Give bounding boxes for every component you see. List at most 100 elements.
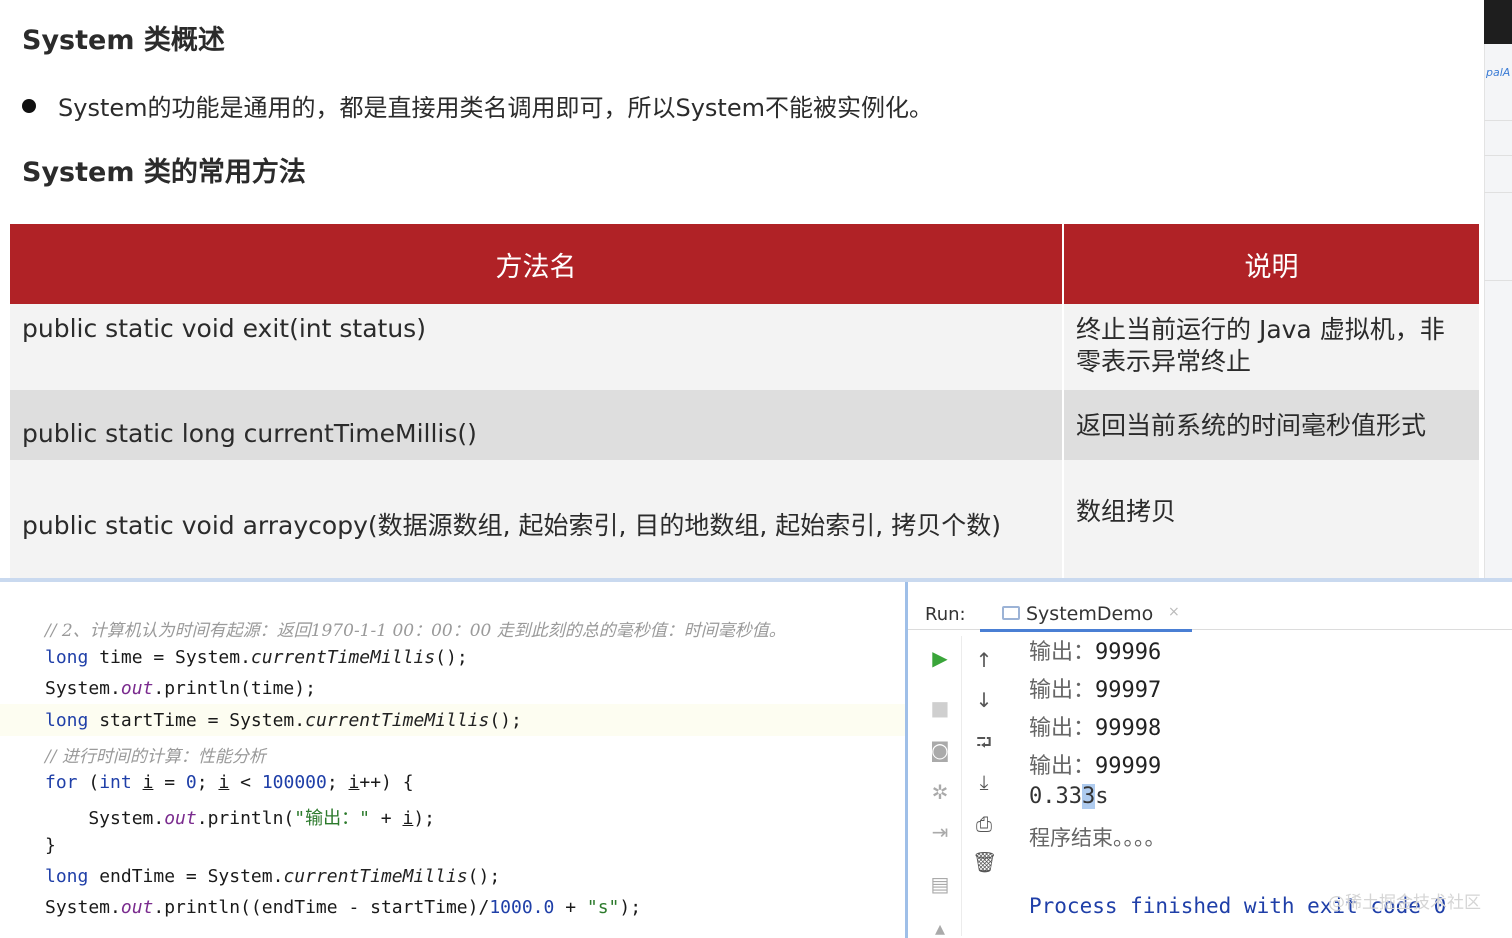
- console-end-message: 程序结束。。。。: [1029, 826, 1166, 850]
- camera-icon[interactable]: ◙: [928, 738, 952, 762]
- run-panel: Run: SystemDemo × ▶ ■ ◙ ✲ ⇥ ▤ ▴ ↑ ↓ ⮒ ⤓ …: [905, 582, 1512, 938]
- run-icon[interactable]: ▶: [928, 646, 952, 670]
- code-field: out: [120, 678, 154, 699]
- soft-wrap-icon[interactable]: ⮒: [972, 730, 996, 754]
- code-method: currentTimeMillis: [305, 710, 490, 731]
- divider: [1484, 280, 1512, 281]
- console-output-line: 输出：99998: [1029, 710, 1161, 742]
- stop-icon[interactable]: ■: [928, 696, 952, 720]
- time-value: 0.33: [1029, 784, 1082, 809]
- code-text: +: [554, 897, 587, 918]
- run-label: Run:: [925, 604, 966, 625]
- slide-title-overview: System 类概述: [22, 25, 225, 56]
- console-time-output[interactable]: 0.333s: [1029, 784, 1108, 809]
- watermark: @稀土掘金技术社区: [1328, 893, 1481, 913]
- code-keyword: int: [99, 772, 132, 793]
- code-text: endTime = System.: [88, 866, 284, 887]
- code-line: for (int i = 0; i < 100000; i++) {: [45, 772, 414, 793]
- code-field: out: [120, 897, 154, 918]
- tab-system-demo[interactable]: SystemDemo ×: [980, 594, 1192, 632]
- code-text: ;: [326, 772, 349, 793]
- header-description: 说明: [1063, 224, 1479, 304]
- code-comment: // 2、计算机认为时间有起源：返回1970-1-1 00：00：00 走到此刻…: [45, 621, 786, 641]
- code-line: System.out.println(time);: [45, 678, 316, 699]
- run-config-icon: [1002, 606, 1020, 620]
- slide-title-methods: System 类的常用方法: [22, 157, 306, 188]
- bullet-text: System的功能是通用的，都是直接用类名调用即可，所以System不能被实例化…: [58, 94, 933, 122]
- code-number: 0: [185, 772, 197, 793]
- code-keyword: for: [45, 772, 78, 793]
- table-row: public static long currentTimeMillis() 返…: [10, 390, 1479, 460]
- time-unit: s: [1095, 784, 1109, 809]
- output-value: 99998: [1095, 716, 1162, 741]
- layout-icon[interactable]: ▤: [928, 872, 952, 896]
- scroll-end-icon[interactable]: ⤓: [972, 770, 996, 794]
- close-icon[interactable]: ×: [1168, 604, 1180, 620]
- code-line: System.out.println("输出：" + i);: [45, 804, 435, 830]
- output-prefix: 输出：: [1029, 678, 1096, 703]
- run-tab-bar: Run: SystemDemo ×: [908, 590, 1512, 632]
- code-variable: i: [218, 772, 230, 793]
- code-editor[interactable]: // 2、计算机认为时间有起源：返回1970-1-1 00：00：00 走到此刻…: [0, 582, 905, 938]
- pin-icon[interactable]: ▴: [928, 916, 952, 938]
- code-text: );: [413, 808, 436, 829]
- code-text: ;: [196, 772, 219, 793]
- code-text: <: [229, 772, 262, 793]
- code-text: System.: [45, 678, 121, 699]
- code-text: );: [619, 897, 642, 918]
- login-icon[interactable]: ⇥: [928, 820, 952, 844]
- bug-icon[interactable]: ✲: [928, 780, 952, 804]
- code-text: time = System.: [88, 647, 251, 668]
- table-row: public static void exit(int status) 终止当前…: [10, 304, 1479, 390]
- toolbar-divider: [961, 636, 962, 936]
- output-value: 99996: [1095, 640, 1162, 665]
- code-text: ();: [435, 647, 468, 668]
- code-text: .println(time);: [153, 678, 316, 699]
- method-desc-cell: 终止当前运行的 Java 虚拟机，非零表示异常终止: [1063, 304, 1479, 390]
- code-string: "输出：": [294, 808, 370, 829]
- table-row: public static void arraycopy(数据源数组, 起始索引…: [10, 460, 1479, 578]
- code-text: (: [77, 772, 100, 793]
- code-text: System.: [45, 897, 121, 918]
- divider: [1484, 155, 1512, 156]
- code-text: +: [369, 808, 403, 829]
- bullet-dot: [22, 98, 36, 113]
- text-selection: 3: [1081, 784, 1096, 809]
- method-desc-cell: 数组拷贝: [1063, 460, 1479, 578]
- bullet-item: System的功能是通用的，都是直接用类名调用即可，所以System不能被实例化…: [22, 88, 933, 123]
- code-text: ();: [467, 866, 501, 887]
- output-prefix: 输出：: [1029, 716, 1096, 741]
- output-prefix: 输出：: [1029, 754, 1096, 779]
- arrow-up-icon[interactable]: ↑: [972, 648, 996, 672]
- print-icon[interactable]: ⎙: [972, 812, 996, 836]
- code-text: ();: [489, 710, 522, 731]
- code-text: ++) {: [359, 772, 414, 793]
- code-line: long time = System.currentTimeMillis();: [45, 647, 468, 668]
- code-text: .println((endTime - startTime)/: [153, 897, 490, 918]
- code-method: currentTimeMillis: [250, 647, 436, 668]
- code-number: 100000: [261, 772, 327, 793]
- output-value: 99997: [1095, 678, 1162, 703]
- code-keyword: long: [45, 710, 89, 731]
- header-method-name: 方法名: [10, 224, 1064, 304]
- trash-icon[interactable]: 🗑: [972, 850, 997, 874]
- code-comment: // 进行时间的计算：性能分析: [45, 747, 266, 767]
- console-output-line: 输出：99997: [1029, 672, 1161, 704]
- arrow-down-icon[interactable]: ↓: [972, 688, 996, 712]
- code-line: long endTime = System.currentTimeMillis(…: [45, 866, 500, 887]
- code-text: System.: [45, 808, 165, 829]
- code-keyword: long: [45, 866, 89, 887]
- method-name-cell: public static long currentTimeMillis(): [10, 390, 1064, 460]
- code-text: .println(: [196, 808, 295, 829]
- code-number: 1000.0: [489, 897, 555, 918]
- run-tab-label: SystemDemo: [1026, 603, 1154, 625]
- table-header-row: 方法名 说明: [10, 224, 1479, 304]
- code-text: =: [153, 772, 186, 793]
- code-variable: i: [402, 808, 414, 829]
- code-variable: i: [142, 772, 154, 793]
- browser-edge-panel: [1484, 0, 1512, 580]
- output-value: 99999: [1095, 754, 1162, 779]
- code-field: out: [164, 808, 197, 829]
- code-variable: i: [348, 772, 360, 793]
